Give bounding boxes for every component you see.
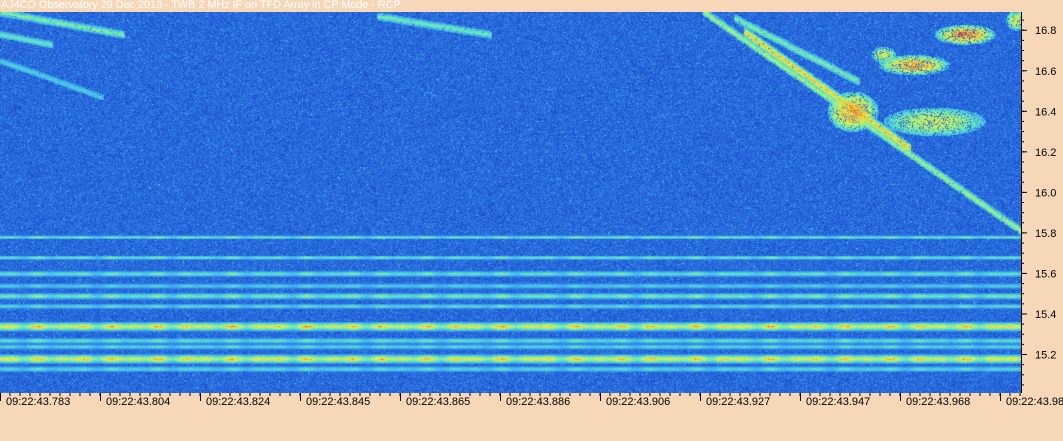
y-tick-label: 16.8 (1035, 25, 1056, 37)
y-axis-ticks: 15.2 15.4 15.6 15.8 16.0 16.2 16.4 16.6 16.8 (1021, 12, 1056, 393)
x-tick-label: 09:22:43.947 (806, 396, 871, 408)
y-tick-label: 16.0 (1035, 187, 1056, 199)
x-tick-label: 09:22:43.824 (206, 396, 271, 408)
drift-emission-1 (0, 34, 51, 44)
y-tick-label: 15.8 (1035, 228, 1056, 240)
x-tick-label: 09:22:43.906 (606, 396, 671, 408)
drift-emission-0 (0, 12, 123, 34)
emission-blob-11 (883, 107, 985, 135)
x-tick-label: 09:22:43.968 (906, 396, 971, 408)
x-tick-label: 09:22:43.865 (406, 396, 471, 408)
emission-blob-12 (1006, 12, 1021, 30)
chart-title: AJ4CO Observatory 29 Dec 2013 - TWB 2 MH… (1, 0, 401, 11)
y-tick-label: 15.2 (1035, 349, 1056, 361)
drift-emission-3 (378, 16, 490, 34)
y-tick-label: 15.6 (1035, 268, 1056, 280)
spectrogram-plot[interactable] (0, 12, 1021, 393)
emission-blob-10 (827, 91, 878, 132)
x-axis: 09:22:43.783 09:22:43.804 09:22:43.824 09:2… (0, 393, 1063, 441)
y-tick-label: 16.4 (1035, 106, 1056, 118)
y-axis: 15.2 15.4 15.6 15.8 16.0 16.2 16.4 16.6 16.8 (1021, 12, 1063, 393)
x-tick-label: 09:22:43.783 (6, 396, 71, 408)
x-tick-label: 09:22:43.804 (106, 396, 171, 408)
x-tick-label: 09:22:43.988 (1006, 396, 1063, 408)
y-tick-label: 16.2 (1035, 147, 1056, 159)
y-tick-label: 15.4 (1035, 309, 1056, 321)
drift-emission-2 (0, 61, 102, 97)
emission-marks (0, 12, 1021, 393)
y-tick-label: 16.6 (1035, 66, 1056, 78)
x-tick-label: 09:22:43.886 (506, 396, 571, 408)
x-tick-label: 09:22:43.845 (306, 396, 371, 408)
emission-blob-8 (934, 24, 995, 44)
emission-blob-9 (871, 46, 896, 62)
spectrogram-window: AJ4CO Observatory 29 Dec 2013 - TWB 2 MH… (0, 0, 1063, 441)
x-tick-label: 09:22:43.927 (706, 396, 771, 408)
